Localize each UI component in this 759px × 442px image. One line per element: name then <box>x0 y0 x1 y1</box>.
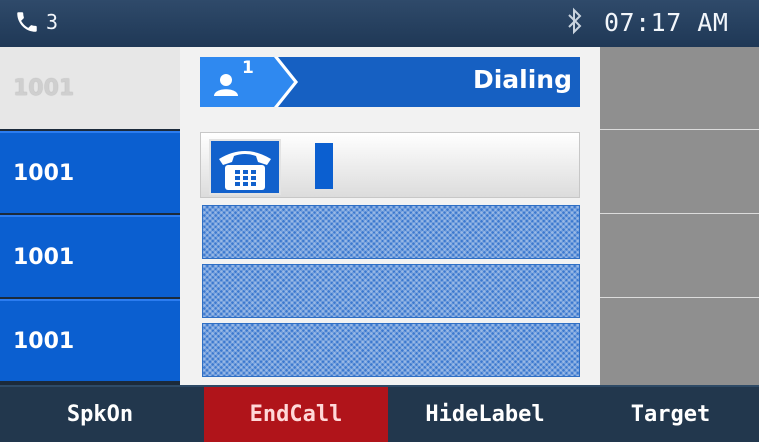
phone-screen: 3 07:17 AM 1001 1001 1001 1001 1 Dialing… <box>0 0 759 442</box>
call-status-bar: 1 Dialing <box>200 57 580 107</box>
account-index: 1 <box>242 58 254 78</box>
text-cursor <box>315 143 333 189</box>
line-key-2[interactable]: 1001 <box>0 131 180 213</box>
line-key-1[interactable]: 1001 <box>0 47 180 129</box>
divider <box>600 297 759 298</box>
empty-field-3 <box>202 323 580 377</box>
hide-label-softkey[interactable]: HideLabel <box>390 387 580 442</box>
dial-input[interactable] <box>200 132 580 198</box>
status-bar: 3 07:17 AM <box>0 0 759 47</box>
dialing-panel: 1 Dialing <box>180 47 600 385</box>
line-key-label: 1001 <box>13 244 75 270</box>
call-status-label: Dialing <box>472 65 572 94</box>
clock: 07:17 AM <box>604 8 729 37</box>
bluetooth-icon <box>566 7 584 41</box>
line-key-label: 1001 <box>13 75 75 101</box>
line-count-indicator: 3 <box>14 9 58 35</box>
phone-handset-icon <box>17 12 37 32</box>
line-key-4[interactable]: 1001 <box>0 299 180 381</box>
line-key-label: 1001 <box>13 328 75 354</box>
end-call-softkey[interactable]: EndCall <box>204 387 388 442</box>
empty-field-2 <box>202 264 580 318</box>
empty-field-1 <box>202 205 580 259</box>
line-count: 3 <box>46 10 59 34</box>
divider <box>600 213 759 214</box>
desk-phone-icon <box>209 139 281 195</box>
line-key-label: 1001 <box>13 160 75 186</box>
divider <box>600 129 759 130</box>
target-softkey[interactable]: Target <box>582 387 759 442</box>
account-user-icon <box>214 74 238 96</box>
right-line-panel <box>600 47 759 385</box>
speaker-on-softkey[interactable]: SpkOn <box>0 387 200 442</box>
line-key-3[interactable]: 1001 <box>0 215 180 297</box>
softkey-bar: SpkOn EndCall HideLabel Target <box>0 385 759 442</box>
